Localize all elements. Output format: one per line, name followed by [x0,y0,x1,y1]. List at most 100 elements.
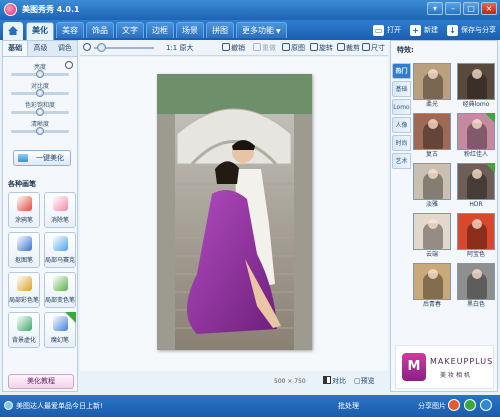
subtab-basic[interactable]: 基础 [3,41,29,56]
doodle-pen-button[interactable]: 涂鸦笔 [8,192,40,228]
promo-tip-link[interactable]: 美图达人最爱单品今日上新! [16,401,103,411]
tab-accessories[interactable]: 饰品 [86,22,114,38]
makeupplus-logo: M [402,353,426,381]
category-hot[interactable]: 热门 [392,63,411,79]
effect-item[interactable]: 柔光 [413,63,451,110]
original-button[interactable]: 原图 [282,42,305,54]
new-button[interactable]: + 新建 [410,23,438,37]
saturation-slider[interactable]: 色彩饱和度 [9,100,71,119]
effect-label: 淡雅 [425,201,438,208]
pencil-icon [17,196,32,211]
category-fashion[interactable]: 时尚 [392,135,411,151]
slider-knob[interactable] [36,127,44,135]
effect-item[interactable]: 云端 [413,213,451,260]
tab-frame[interactable]: 边框 [146,22,174,38]
chevron-down-icon: ▼ [276,28,281,35]
save-share-button[interactable]: ↓ 保存与分享 [447,23,496,37]
subtab-color[interactable]: 调色 [53,41,77,56]
adjust-subtabs: 基础 高级 调色 [3,41,77,57]
category-portrait[interactable]: 人像 [392,117,411,133]
cutout-pen-button[interactable]: 抠图笔 [8,232,40,268]
fullscreen-icon: ▢ [354,377,361,385]
slider-knob[interactable] [36,89,44,97]
tab-text[interactable]: 文字 [116,22,144,38]
contrast-label: 对比度 [30,83,49,90]
brightness-slider[interactable]: 亮度 [9,62,71,81]
effect-item[interactable]: 黑白色 [457,263,495,310]
left-panel: 基础 高级 调色 亮度 对比度 色彩饱和度 清晰度 一键美化 各种画笔 涂鸦笔 … [2,40,78,392]
subtab-advanced[interactable]: 高级 [28,41,52,56]
crop-button[interactable]: 裁剪 [337,42,360,54]
rotate-icon [310,43,318,51]
eraser-pen-button[interactable]: 消除笔 [44,192,76,228]
category-art[interactable]: 艺术 [392,153,411,169]
menu-dropdown-button[interactable]: ▾ [427,2,443,15]
local-color-pen-button[interactable]: 局部彩色笔 [8,272,40,308]
share-plus-icon[interactable] [464,399,476,411]
effect-label: 经典lomo [462,101,490,108]
image-canvas[interactable] [80,57,388,371]
thumbnail-head [472,119,482,129]
magic-pen-button[interactable]: 魔幻笔 [44,312,76,348]
undo-label: 撤销 [231,44,245,52]
close-button[interactable]: × [481,2,497,15]
qzone-icon[interactable] [480,399,492,411]
redo-button[interactable]: 重做 [253,42,276,54]
actual-size-prefix: 1:1 [166,44,178,52]
effect-item[interactable]: 经典lomo [457,63,495,110]
new-badge [485,113,495,123]
undo-button[interactable]: 撤销 [222,42,245,54]
share-image-button[interactable]: 分享图片 [418,401,446,411]
resize-button[interactable]: 尺寸 [362,42,385,54]
thumbnail-head [472,169,482,179]
effect-thumbnail [413,113,451,150]
local-recolor-pen-button[interactable]: 局部变色笔 [44,272,76,308]
home-tab[interactable] [3,22,23,40]
sharpness-slider[interactable]: 清晰度 [9,119,71,138]
thumbnail-head [428,269,438,279]
resize-label: 尺寸 [371,44,385,52]
minimize-button[interactable]: – [445,2,461,15]
open-button[interactable]: ▭ 打开 [373,23,401,37]
one-key-beautify-button[interactable]: 一键美化 [13,150,71,166]
tab-beautify[interactable]: 美化 [26,22,54,40]
tab-collage[interactable]: 拼图 [206,22,234,38]
bottom-bar: 美图达人最爱单品今日上新! 批处理 分享图片 [0,395,500,417]
compare-button[interactable]: 对比 [323,376,346,386]
category-basic[interactable]: 基础 [392,81,411,97]
background-blur-button[interactable]: 背景虚化 [8,312,40,348]
slider-knob[interactable] [36,70,44,78]
brush-label: 抠图笔 [14,257,33,264]
slider-knob[interactable] [36,108,44,116]
info-icon [4,401,13,410]
edited-photo[interactable] [157,74,312,350]
effect-item[interactable]: HDR [457,163,495,210]
local-mosaic-button[interactable]: 局部马赛克 [44,232,76,268]
effect-item[interactable]: 复古 [413,113,451,160]
rotate-button[interactable]: 旋转 [310,42,333,54]
save-share-label: 保存与分享 [461,26,496,34]
crop-label: 裁剪 [346,44,360,52]
makeupplus-ad[interactable]: M MAKEUPPLUS 美妆相机 [395,345,494,389]
maximize-button[interactable]: □ [463,2,479,15]
effect-item[interactable]: 阿宝色 [457,213,495,260]
effect-item[interactable]: 淡雅 [413,163,451,210]
preview-button[interactable]: ▢预览 [354,376,375,386]
effect-thumbnail [413,63,451,100]
tab-cosmetic[interactable]: 美容 [56,22,84,38]
effect-item[interactable]: 后青春 [413,263,451,310]
compare-icon [323,376,331,384]
batch-process-button[interactable]: 批处理 [338,401,359,411]
effect-label: 阿宝色 [466,251,485,258]
effect-item[interactable]: 粉红佳人 [457,113,495,160]
effect-categories: 热门 基础 Lomo 人像 时尚 艺术 [392,63,411,171]
contrast-slider[interactable]: 对比度 [9,81,71,100]
actual-size-button[interactable]: 1:1 原大 [166,42,194,54]
beautify-tutorial-button[interactable]: 美化教程 [8,374,74,389]
tab-scene[interactable]: 场景 [176,22,204,38]
tab-more-functions[interactable]: 更多功能 ▼ [236,22,287,38]
effect-thumbnail [413,263,451,300]
weibo-icon[interactable] [448,399,460,411]
category-lomo[interactable]: Lomo [392,99,411,115]
zoom-slider-knob[interactable] [97,43,106,52]
